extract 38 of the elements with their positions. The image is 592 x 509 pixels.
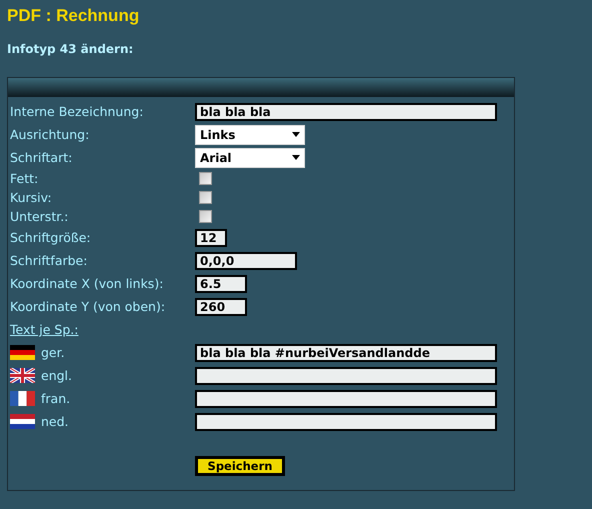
language-label: fran. <box>41 391 70 406</box>
checkbox[interactable] <box>199 210 212 223</box>
text-field[interactable]: bla bla bla #nurbeiVersandlandde <box>195 344 497 362</box>
text-field[interactable]: 0,0,0 <box>195 252 297 270</box>
text-field[interactable]: 260 <box>195 298 247 316</box>
field-label: Koordinate Y (von oben): <box>10 299 166 314</box>
flag-icon <box>10 368 35 383</box>
flag-icon <box>10 391 35 406</box>
language-label: engl. <box>41 368 72 383</box>
flag-icon <box>10 345 35 360</box>
field-label: Schriftfarbe: <box>10 253 88 268</box>
texts-link[interactable]: Text je Sp.: <box>10 322 195 337</box>
text-field[interactable] <box>195 366 497 384</box>
field-label: Kursiv: <box>10 190 53 205</box>
text-field[interactable] <box>195 412 497 430</box>
field-label: Schriftart: <box>10 150 74 165</box>
language-label: ned. <box>41 414 69 429</box>
text-field[interactable]: bla bla bla <box>195 102 497 120</box>
form-subtitle: Infotyp 43 ändern: <box>7 42 134 58</box>
text-field[interactable]: 12 <box>195 228 227 246</box>
checkbox[interactable] <box>199 191 212 204</box>
field-label: Interne Bezeichnung: <box>10 104 144 119</box>
page-title: PDF : Rechnung <box>7 6 140 27</box>
caret-icon <box>292 132 300 137</box>
caret-icon <box>292 155 300 160</box>
field-label: Koordinate X (von links): <box>10 276 164 291</box>
dropdown[interactable]: Links <box>195 124 305 144</box>
text-field[interactable] <box>195 390 497 408</box>
save-button[interactable]: Speichern <box>195 456 285 476</box>
field-label: Fett: <box>10 171 40 186</box>
text-field[interactable]: 6.5 <box>195 274 247 292</box>
flag-icon <box>10 414 35 429</box>
field-label: Unterstr.: <box>10 209 70 224</box>
field-label: Schriftgröße: <box>10 230 92 245</box>
checkbox[interactable] <box>199 172 212 185</box>
language-label: ger. <box>41 345 65 360</box>
dropdown[interactable]: Arial <box>195 148 305 168</box>
field-label: Ausrichtung: <box>10 127 90 142</box>
